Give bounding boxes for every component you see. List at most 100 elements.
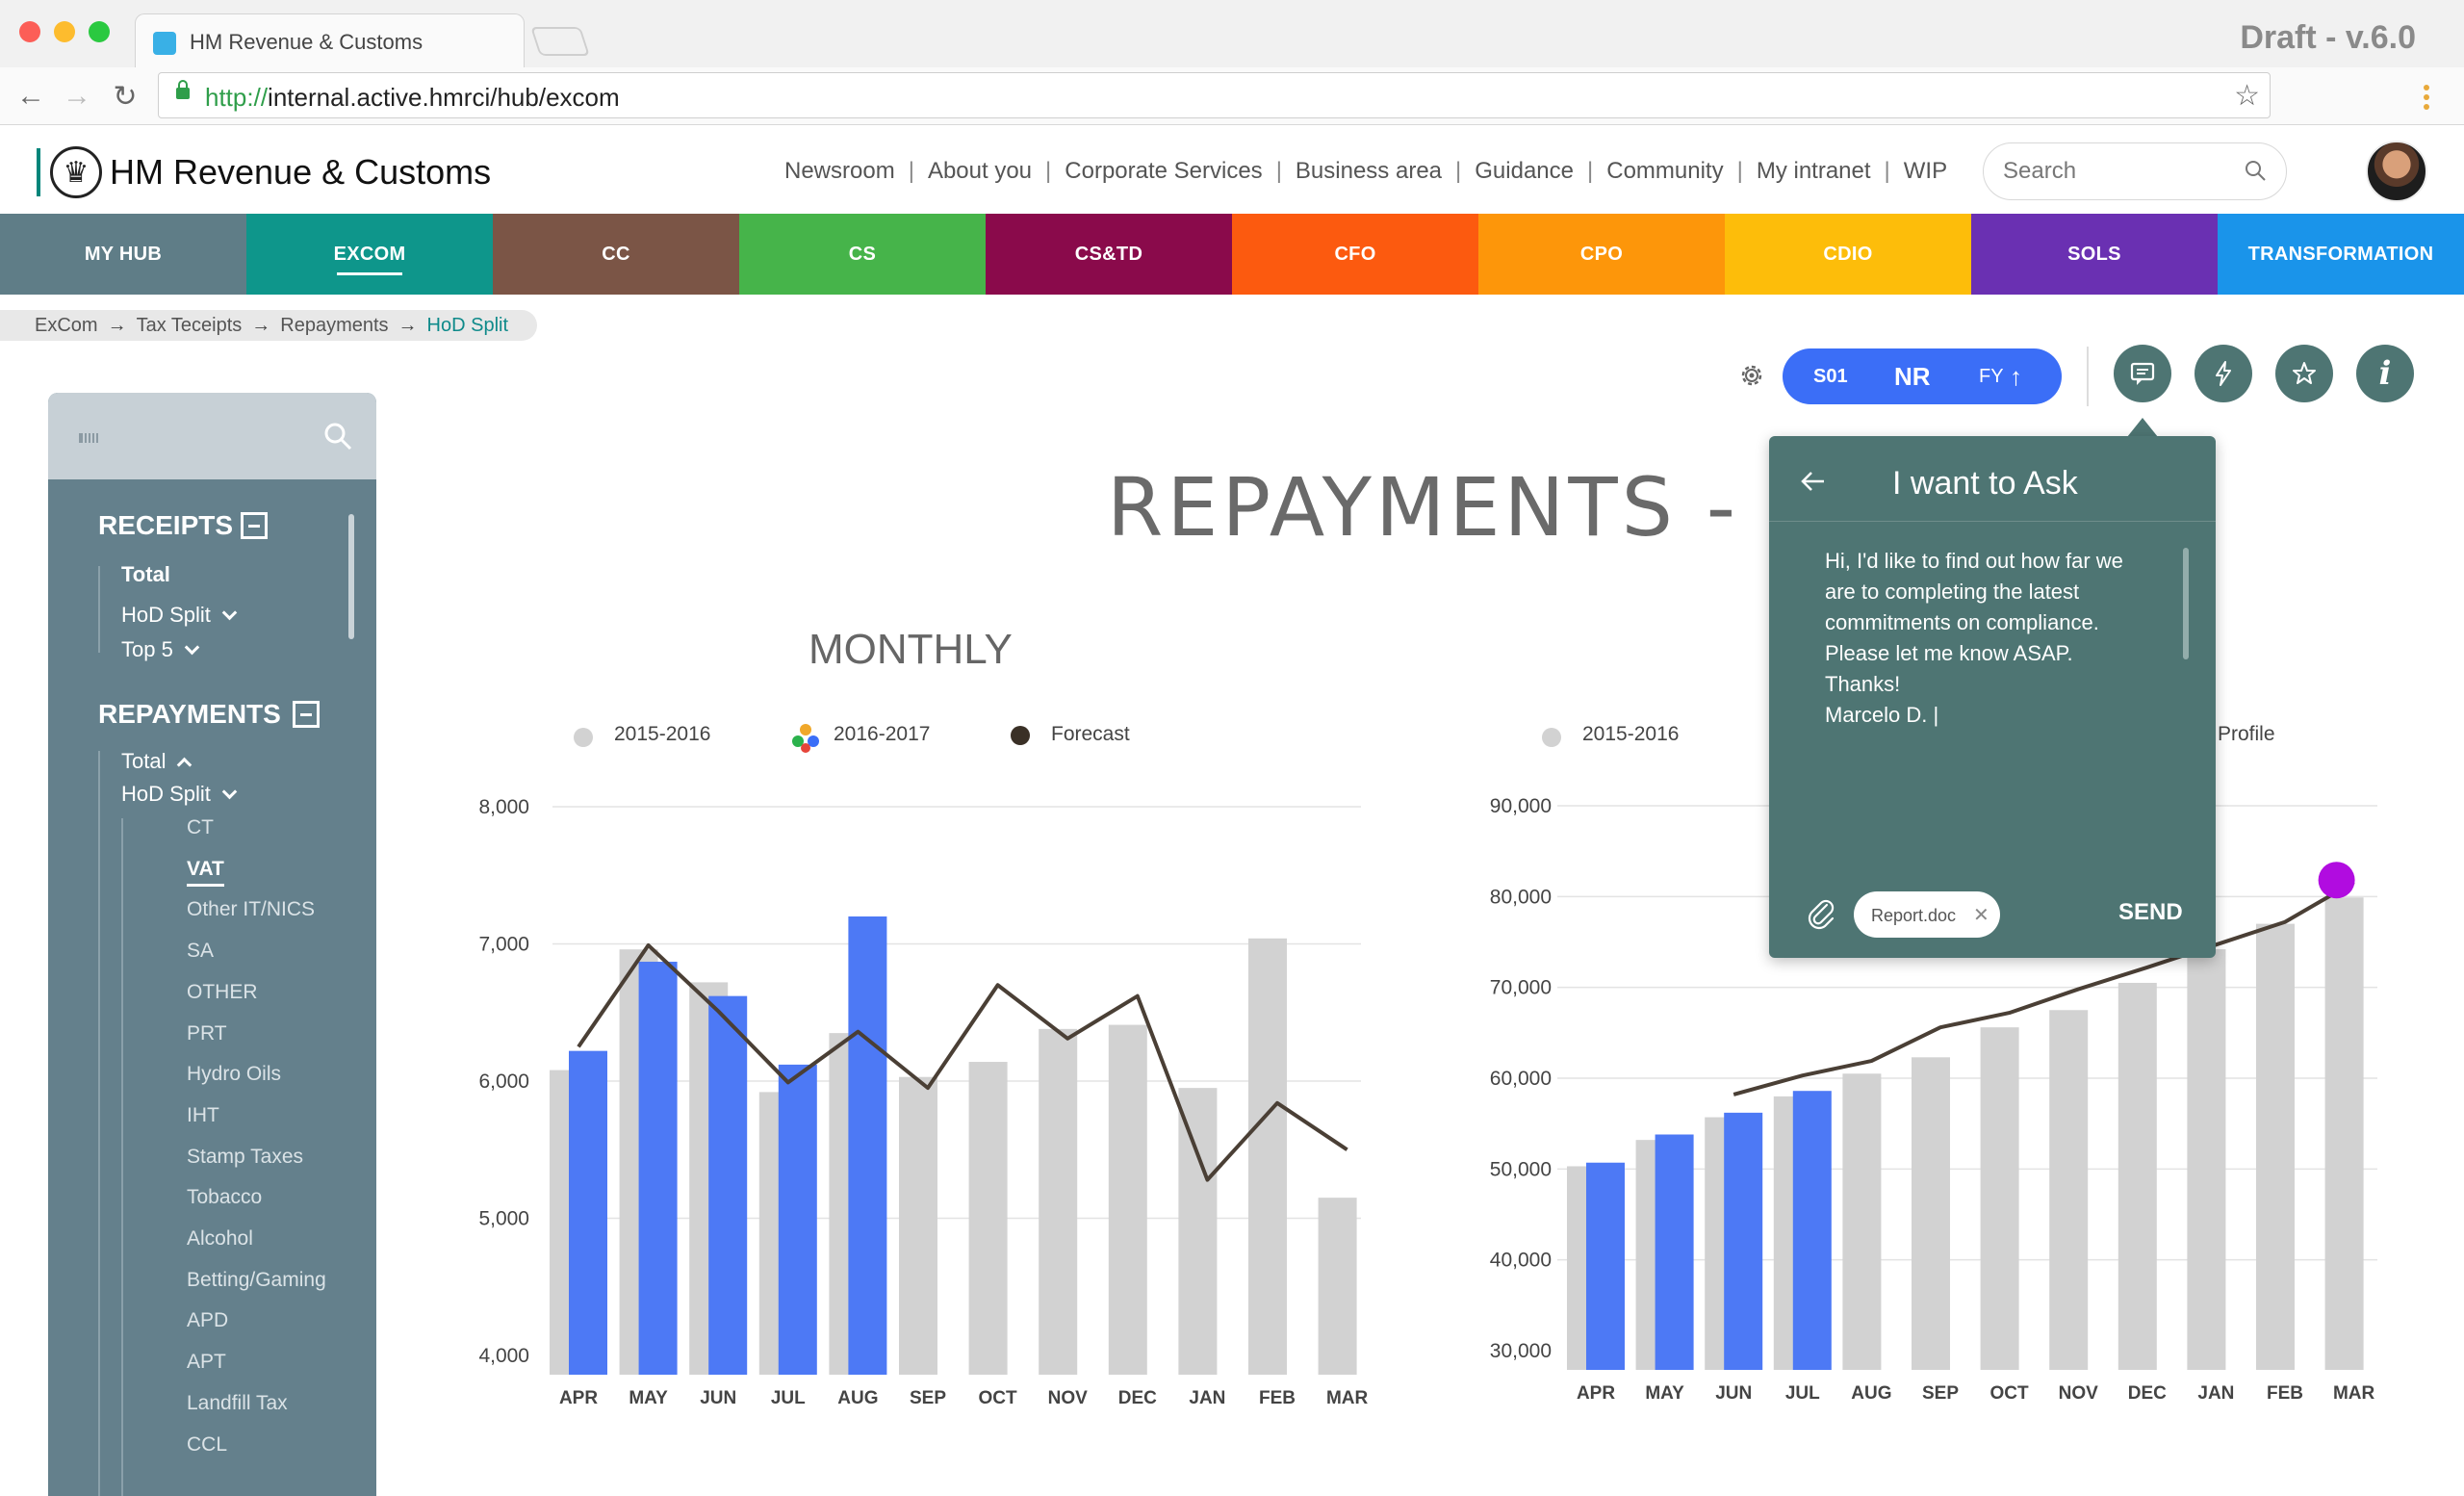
nr-option[interactable]: NR (1894, 362, 1931, 392)
division-tab-cdio[interactable]: CDIO (1725, 214, 1971, 295)
remove-attachment-icon[interactable]: ✕ (1973, 903, 1989, 927)
division-tab-cs[interactable]: CS (739, 214, 986, 295)
division-tab-cs-td[interactable]: CS&TD (986, 214, 1232, 295)
bar-2015[interactable] (1318, 1198, 1357, 1375)
division-tab-cc[interactable]: CC (493, 214, 739, 295)
address-bar[interactable]: http://internal.active.hmrci/hub/excom ☆ (158, 72, 2271, 118)
back-arrow-icon[interactable]: ← (12, 77, 50, 116)
back-arrow-icon[interactable] (1798, 467, 1827, 496)
sidebar-item-hod[interactable]: Stamp Taxes (187, 1146, 303, 1169)
sidebar-item-hod[interactable]: Landfill Tax (187, 1392, 288, 1415)
bar-2015[interactable] (1178, 1088, 1218, 1375)
sidebar-item-hod[interactable]: SA (187, 940, 214, 963)
search-input[interactable] (2003, 155, 2234, 188)
bar-2016[interactable] (1586, 1162, 1625, 1370)
collapse-receipts-icon[interactable] (241, 512, 268, 539)
bar-2016[interactable] (638, 962, 678, 1375)
s01-option[interactable]: S01 (1813, 366, 1848, 388)
sidebar-item-receipts-total[interactable]: Total (121, 562, 170, 587)
forward-arrow-icon[interactable]: → (58, 77, 96, 116)
sidebar-item-hod[interactable]: Hydro Oils (187, 1063, 281, 1086)
user-avatar[interactable] (2366, 141, 2427, 202)
nav-link[interactable]: Business area (1296, 158, 1442, 185)
reload-icon[interactable]: ↻ (106, 77, 144, 116)
maximize-window-button[interactable] (89, 21, 110, 42)
message-scrollbar[interactable] (2183, 548, 2189, 659)
bar-2015[interactable] (2256, 923, 2295, 1370)
bar-2016[interactable] (778, 1064, 817, 1375)
nav-link[interactable]: Guidance (1475, 158, 1574, 185)
bar-2016[interactable] (1724, 1112, 1763, 1370)
receipts-heading[interactable]: RECEIPTS (98, 510, 233, 541)
sidebar-item-hod[interactable]: Tobacco (187, 1186, 262, 1209)
nav-link[interactable]: My intranet (1757, 158, 1871, 185)
division-tab-excom[interactable]: EXCOM (246, 214, 493, 295)
gear-icon[interactable] (1736, 360, 1767, 391)
collapse-repayments-icon[interactable] (293, 701, 320, 728)
sidebar-item-hod[interactable]: APT (187, 1351, 226, 1374)
browser-tab[interactable]: HM Revenue & Customs (135, 13, 525, 69)
bar-2016[interactable] (708, 995, 748, 1375)
bar-2015[interactable] (1108, 1024, 1147, 1375)
sidebar-scrollbar[interactable] (348, 514, 354, 639)
send-button[interactable]: SEND (2118, 899, 2183, 926)
nav-link[interactable]: Community (1606, 158, 1723, 185)
paperclip-icon[interactable] (1804, 896, 1838, 931)
division-tab-my-hub[interactable]: MY HUB (0, 214, 246, 295)
repayments-heading[interactable]: REPAYMENTS (98, 699, 281, 730)
nav-link[interactable]: WIP (1904, 158, 1947, 185)
nav-link[interactable]: Corporate Services (1065, 158, 1262, 185)
crown-crest-icon[interactable]: ♛ (50, 146, 102, 198)
chevron-down-icon[interactable] (184, 639, 200, 656)
nav-link[interactable]: About you (928, 158, 1032, 185)
bar-2016[interactable] (1792, 1091, 1832, 1370)
browser-menu-icon[interactable] (2424, 85, 2429, 110)
quick-action-button[interactable] (2194, 345, 2252, 402)
arrow-up-icon[interactable]: ↑ (2010, 362, 2022, 392)
search-icon[interactable] (323, 422, 352, 451)
favourite-button[interactable] (2275, 345, 2333, 402)
sidebar-item-hod[interactable]: OTHER (187, 981, 258, 1004)
sidebar-item-hod[interactable]: CCL (187, 1433, 227, 1457)
bar-2015[interactable] (2324, 897, 2364, 1370)
division-tab-cpo[interactable]: CPO (1478, 214, 1725, 295)
period-toggle[interactable]: S01 NR FY ↑ (1783, 348, 2062, 404)
bar-2015[interactable] (899, 1076, 937, 1375)
nav-link[interactable]: Newsroom (784, 158, 895, 185)
breadcrumb-item[interactable]: Repayments (280, 315, 388, 337)
bar-2015[interactable] (1912, 1057, 1950, 1370)
bar-2015[interactable] (968, 1062, 1008, 1375)
sidebar-item-hod[interactable]: Alcohol (187, 1227, 253, 1251)
search-icon[interactable] (2244, 159, 2267, 182)
info-button[interactable]: i (2356, 345, 2414, 402)
breadcrumb-item[interactable]: ExCom (35, 315, 98, 337)
ask-message-input[interactable]: Hi, I'd like to find out how far we are … (1825, 546, 2152, 731)
chevron-down-icon[interactable] (221, 605, 238, 621)
bookmark-star-icon[interactable]: ☆ (2234, 79, 2260, 113)
bar-2015[interactable] (2049, 1010, 2089, 1370)
sidebar-search[interactable] (48, 393, 376, 479)
bar-2015[interactable] (1980, 1027, 2019, 1370)
ask-button[interactable] (2114, 345, 2171, 402)
bar-2015[interactable] (1039, 1028, 1078, 1375)
bar-2016[interactable] (1655, 1134, 1694, 1370)
sidebar-item-hod[interactable]: APD (187, 1309, 228, 1332)
sidebar-item-hod[interactable]: Betting/Gaming (187, 1269, 326, 1292)
minimize-window-button[interactable] (54, 21, 75, 42)
close-window-button[interactable] (19, 21, 40, 42)
chevron-down-icon[interactable] (221, 784, 238, 800)
bar-2016[interactable] (569, 1050, 607, 1375)
chevron-up-icon[interactable] (177, 757, 192, 773)
bar-2015[interactable] (1842, 1073, 1882, 1370)
site-search[interactable] (1983, 142, 2287, 200)
sidebar-item-hod[interactable]: Other IT/NICS (187, 898, 315, 921)
bar-2015[interactable] (2118, 982, 2157, 1370)
sidebar-item-hod[interactable]: VAT (187, 858, 224, 887)
sidebar-item-receipts-top5[interactable]: Top 5 (121, 637, 200, 662)
site-brand[interactable]: HM Revenue & Customs (110, 152, 491, 193)
attachment-chip[interactable]: Report.doc ✕ (1854, 891, 2000, 938)
bar-2015[interactable] (2187, 949, 2226, 1370)
fy-option[interactable]: FY (1979, 366, 2004, 388)
division-tab-cfo[interactable]: CFO (1232, 214, 1478, 295)
highlight-point[interactable] (2318, 862, 2355, 899)
